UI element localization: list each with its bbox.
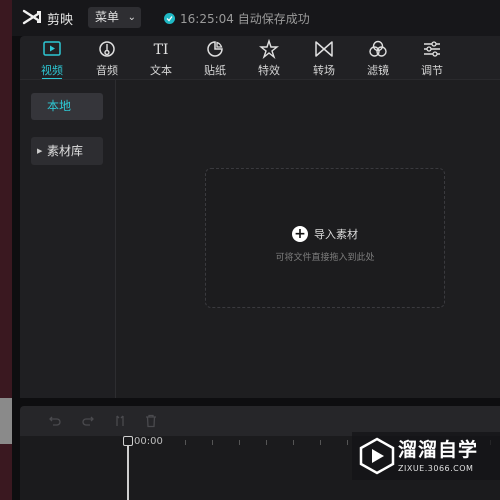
- video-icon: [43, 41, 61, 56]
- tab-adjust-label: 调节: [421, 64, 443, 77]
- tab-sticker-label: 贴纸: [204, 64, 226, 77]
- tab-adjust[interactable]: 调节: [412, 36, 452, 80]
- watermark-logo-icon: [359, 437, 395, 475]
- playhead[interactable]: [127, 438, 129, 500]
- status-text: 16:25:04 自动保存成功: [180, 12, 310, 26]
- undo-icon[interactable]: [48, 414, 62, 428]
- tab-text[interactable]: TI 文本: [141, 36, 181, 80]
- tab-sticker[interactable]: 贴纸: [195, 36, 235, 80]
- ruler-tick: [185, 440, 186, 445]
- playhead-handle[interactable]: [123, 436, 133, 446]
- adjust-icon: [424, 41, 440, 57]
- autosave-status: 16:25:04 自动保存成功: [164, 10, 310, 27]
- redo-icon[interactable]: [81, 414, 95, 428]
- audio-icon: [99, 41, 115, 57]
- media-sidebar: 本地 ▶ 素材库: [20, 80, 115, 398]
- import-button[interactable]: + 导入素材: [206, 226, 444, 242]
- tab-transition-label: 转场: [313, 64, 335, 77]
- tab-text-label: 文本: [150, 64, 172, 77]
- menu-label: 菜单: [95, 10, 120, 24]
- ruler-time-label: 00:00: [134, 436, 163, 447]
- media-toolbar: 视频 音频 TI 文本 贴纸 特效 转场 滤镜 调节: [20, 36, 500, 80]
- title-bar: 剪映 菜单 ⌄ 16:25:04 自动保存成功: [12, 0, 500, 36]
- delete-icon[interactable]: [144, 414, 158, 428]
- capcut-logo-icon: [22, 9, 41, 25]
- watermark: 溜溜自学 ZIXUE.3066.COM: [352, 432, 500, 480]
- sticker-icon: [207, 41, 223, 57]
- sidebar-item-library[interactable]: ▶ 素材库: [31, 137, 103, 165]
- ruler-tick: [266, 440, 267, 445]
- tab-video-label: 视频: [41, 64, 63, 77]
- app-name: 剪映: [47, 13, 74, 28]
- chevron-down-icon: ⌄: [127, 12, 136, 23]
- drop-hint: 可将文件直接拖入到此处: [275, 253, 375, 263]
- ruler-tick: [239, 440, 240, 445]
- import-label: 导入素材: [314, 228, 358, 241]
- watermark-title: 溜溜自学: [398, 439, 479, 461]
- tab-effects[interactable]: 特效: [249, 36, 289, 80]
- caret-right-icon: ▶: [37, 147, 43, 155]
- tab-transition[interactable]: 转场: [304, 36, 344, 80]
- media-panel: + 导入素材 可将文件直接拖入到此处: [116, 80, 500, 398]
- text-icon: TI: [154, 42, 169, 58]
- tab-effects-label: 特效: [258, 64, 280, 77]
- ruler-tick: [320, 440, 321, 445]
- transition-icon: [315, 41, 333, 57]
- svg-text:TI: TI: [154, 42, 169, 58]
- tab-filter[interactable]: 滤镜: [358, 36, 398, 80]
- tab-video[interactable]: 视频: [32, 36, 72, 80]
- tab-audio-label: 音频: [96, 64, 118, 77]
- sidebar-item-library-label: 素材库: [47, 144, 84, 158]
- tab-filter-label: 滤镜: [367, 64, 389, 77]
- ruler-tick: [347, 440, 348, 445]
- watermark-subtitle: ZIXUE.3066.COM: [398, 464, 474, 473]
- menu-button[interactable]: 菜单 ⌄: [88, 7, 141, 28]
- desktop-highlight: [0, 398, 12, 444]
- effects-icon: [259, 39, 279, 59]
- filter-icon: [369, 40, 387, 57]
- desktop-strip: [0, 0, 12, 500]
- check-circle-icon: [164, 13, 175, 24]
- import-drop-zone[interactable]: + 导入素材 可将文件直接拖入到此处: [205, 168, 445, 308]
- tab-audio[interactable]: 音频: [87, 36, 127, 80]
- ruler-tick: [212, 440, 213, 445]
- sidebar-item-local[interactable]: 本地: [31, 93, 103, 120]
- plus-icon: +: [292, 226, 308, 242]
- ruler-tick: [293, 440, 294, 445]
- split-icon[interactable]: [113, 414, 127, 428]
